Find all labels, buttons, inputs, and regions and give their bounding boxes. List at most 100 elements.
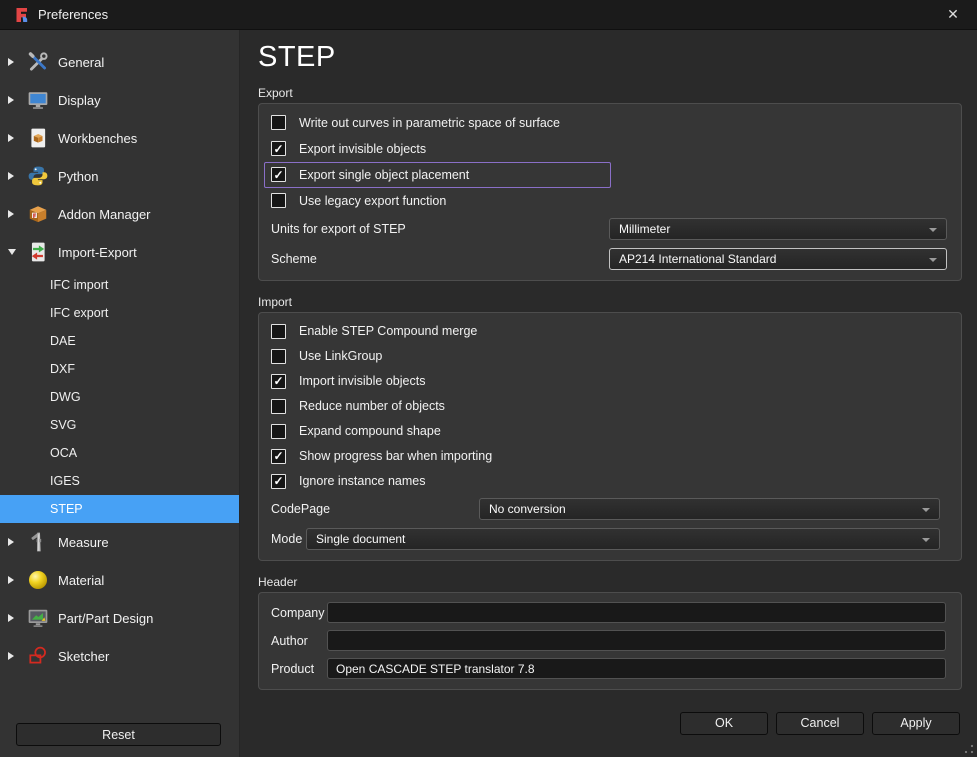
checkbox[interactable] <box>271 424 286 439</box>
units-label: Units for export of STEP <box>271 222 609 236</box>
checkbox[interactable] <box>271 474 286 489</box>
window-title: Preferences <box>38 7 108 22</box>
sidebar-item-measure[interactable]: Measure <box>0 523 239 561</box>
sidebar-item-iges[interactable]: IGES <box>0 467 239 495</box>
caliper-icon <box>27 531 49 553</box>
sidebar-item-sketcher[interactable]: Sketcher <box>0 637 239 675</box>
checkbox-row-import-invisible[interactable]: Import invisible objects <box>271 369 949 394</box>
codepage-label: CodePage <box>271 502 479 516</box>
display-icon <box>27 89 49 111</box>
sidebar-item-dwg[interactable]: DWG <box>0 383 239 411</box>
python-icon <box>27 165 49 187</box>
cancel-button[interactable]: Cancel <box>776 712 864 735</box>
collapse-arrow-icon[interactable] <box>0 249 18 255</box>
units-dropdown[interactable]: Millimeter <box>609 218 947 240</box>
tools-icon <box>27 51 49 73</box>
dialog-buttons: OK Cancel Apply <box>258 712 962 735</box>
workbenches-icon <box>27 127 49 149</box>
checkbox-row-legacy-export[interactable]: Use legacy export function <box>271 188 949 214</box>
chevron-down-icon <box>929 228 937 232</box>
expand-arrow-icon[interactable] <box>0 96 18 104</box>
checkbox-row-compound-merge[interactable]: Enable STEP Compound merge <box>271 319 949 344</box>
chevron-down-icon <box>922 508 930 512</box>
sidebar-item-import-export[interactable]: Import-Export <box>0 233 239 271</box>
checkbox-row-expand-compound[interactable]: Expand compound shape <box>271 419 949 444</box>
expand-arrow-icon[interactable] <box>0 538 18 546</box>
author-label: Author <box>271 634 327 648</box>
checkbox[interactable] <box>271 374 286 389</box>
close-icon[interactable]: ✕ <box>939 3 967 27</box>
sketcher-icon <box>27 645 49 667</box>
expand-arrow-icon[interactable] <box>0 614 18 622</box>
resize-grip[interactable] <box>964 744 974 754</box>
sidebar-item-dxf[interactable]: DXF <box>0 355 239 383</box>
sidebar-item-ifc-import[interactable]: IFC import <box>0 271 239 299</box>
checkbox-row-ignore-instance-names[interactable]: Ignore instance names <box>271 469 949 494</box>
sidebar-item-oca[interactable]: OCA <box>0 439 239 467</box>
author-field[interactable] <box>327 630 946 651</box>
sidebar-item-workbenches[interactable]: Workbenches <box>0 119 239 157</box>
header-groupbox: Company Author Product <box>258 592 962 690</box>
checkbox[interactable] <box>271 349 286 364</box>
checkbox[interactable] <box>271 449 286 464</box>
page-title: STEP <box>258 42 962 74</box>
scheme-dropdown[interactable]: AP214 International Standard <box>609 248 947 270</box>
checkbox[interactable] <box>271 115 286 130</box>
freecad-logo-icon <box>14 7 30 23</box>
checkbox[interactable] <box>271 193 286 208</box>
codepage-dropdown[interactable]: No conversion <box>479 498 940 520</box>
mode-row: Mode Single document <box>271 524 949 554</box>
expand-arrow-icon[interactable] <box>0 134 18 142</box>
part-design-icon <box>27 607 49 629</box>
header-section-label: Header <box>258 575 962 589</box>
sidebar-item-dae[interactable]: DAE <box>0 327 239 355</box>
checkbox-row-export-invisible[interactable]: Export invisible objects <box>271 136 949 162</box>
mode-dropdown[interactable]: Single document <box>306 528 940 550</box>
sidebar-item-part-design[interactable]: Part/Part Design <box>0 599 239 637</box>
codepage-row: CodePage No conversion <box>271 494 949 524</box>
ok-button[interactable]: OK <box>680 712 768 735</box>
expand-arrow-icon[interactable] <box>0 172 18 180</box>
checkbox[interactable] <box>271 399 286 414</box>
checkbox-row-progress-bar[interactable]: Show progress bar when importing <box>271 444 949 469</box>
sidebar-item-material[interactable]: Material <box>0 561 239 599</box>
import-groupbox: Enable STEP Compound merge Use LinkGroup… <box>258 312 962 561</box>
checkbox-row-linkgroup[interactable]: Use LinkGroup <box>271 344 949 369</box>
sidebar-item-general[interactable]: General <box>0 43 239 81</box>
export-groupbox: Write out curves in parametric space of … <box>258 103 962 281</box>
sidebar-item-addon-manager[interactable]: Addon Manager <box>0 195 239 233</box>
checkbox-row-single-placement[interactable]: Export single object placement <box>264 162 611 188</box>
sidebar-item-svg[interactable]: SVG <box>0 411 239 439</box>
checkbox[interactable] <box>271 324 286 339</box>
titlebar: Preferences ✕ <box>0 0 977 30</box>
chevron-down-icon <box>922 538 930 542</box>
sphere-icon <box>27 569 49 591</box>
company-label: Company <box>271 606 327 620</box>
expand-arrow-icon[interactable] <box>0 58 18 66</box>
sidebar-item-display[interactable]: Display <box>0 81 239 119</box>
product-field[interactable] <box>327 658 946 679</box>
units-row: Units for export of STEP Millimeter <box>271 214 949 244</box>
author-row: Author <box>271 627 949 655</box>
company-field[interactable] <box>327 602 946 623</box>
scheme-row: Scheme AP214 International Standard <box>271 244 949 274</box>
expand-arrow-icon[interactable] <box>0 576 18 584</box>
sidebar-item-python[interactable]: Python <box>0 157 239 195</box>
preferences-window: Preferences ✕ General <box>0 0 977 757</box>
import-export-icon <box>27 241 49 263</box>
sidebar-item-ifc-export[interactable]: IFC export <box>0 299 239 327</box>
checkbox[interactable] <box>271 167 286 182</box>
sidebar: General Display <box>0 30 240 757</box>
apply-button[interactable]: Apply <box>872 712 960 735</box>
sidebar-item-step[interactable]: STEP <box>0 495 239 523</box>
reset-button[interactable]: Reset <box>16 723 221 746</box>
chevron-down-icon <box>929 258 937 262</box>
scheme-label: Scheme <box>271 252 609 266</box>
checkbox[interactable] <box>271 141 286 156</box>
expand-arrow-icon[interactable] <box>0 652 18 660</box>
checkbox-row-parametric-curves[interactable]: Write out curves in parametric space of … <box>271 110 949 136</box>
checkbox-row-reduce-objects[interactable]: Reduce number of objects <box>271 394 949 419</box>
addon-box-icon <box>27 203 49 225</box>
expand-arrow-icon[interactable] <box>0 210 18 218</box>
product-label: Product <box>271 662 327 676</box>
